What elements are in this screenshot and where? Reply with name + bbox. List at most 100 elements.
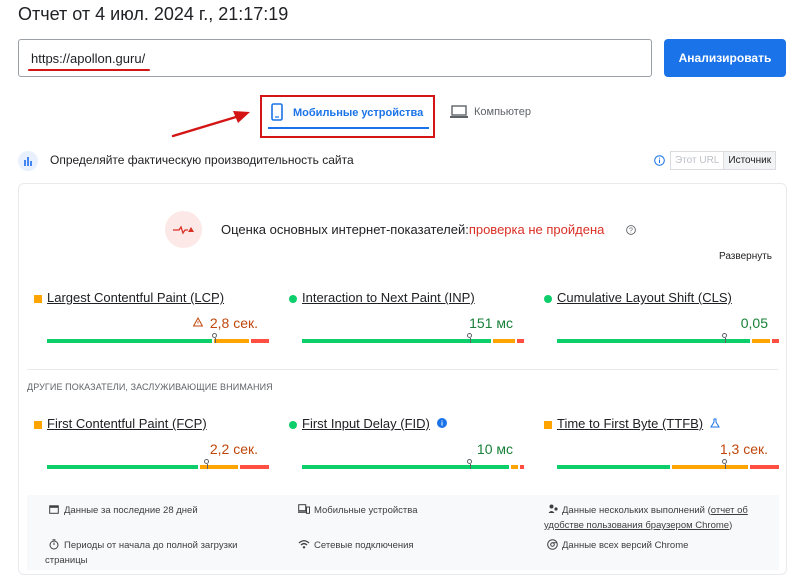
status-square: [34, 421, 42, 429]
info-period: Данные за последние 28 дней: [49, 503, 198, 518]
metric-name[interactable]: Largest Contentful Paint (LCP): [47, 290, 224, 305]
smartphone-icon: [271, 103, 283, 121]
metric-name[interactable]: Cumulative Layout Shift (CLS): [557, 290, 732, 305]
analyze-button[interactable]: Анализировать: [664, 39, 786, 77]
info-versions-text: Данные всех версий Chrome: [562, 540, 689, 551]
url-input-value[interactable]: https://apollon.guru/: [31, 51, 145, 66]
info-samples: Данные нескольких выполнений (отчет об у…: [544, 503, 766, 533]
poor-segment: [251, 339, 269, 343]
url-input[interactable]: https://apollon.guru/: [18, 39, 652, 77]
metric-value: 10 мс: [476, 441, 513, 457]
good-segment: [302, 465, 509, 469]
distribution-bar: [47, 333, 269, 343]
tab-desktop-label: Компьютер: [474, 106, 531, 118]
laptop-icon: [450, 105, 468, 118]
metric-lcp[interactable]: Largest Contentful Paint (LCP) 2,8 сек.: [34, 290, 269, 350]
info-network: Сетевые подключения: [298, 538, 414, 553]
wifi-icon: [298, 540, 310, 549]
tab-selected-indicator: [268, 127, 429, 129]
toggle-this-url[interactable]: Этот URL: [671, 152, 725, 169]
lab-flask-icon: [710, 418, 720, 428]
calendar-icon: [49, 505, 59, 514]
status-square: [544, 421, 552, 429]
poor-segment: [750, 465, 779, 469]
distribution-bar: [302, 333, 524, 343]
metric-fid[interactable]: First Input Delay (FID) 10 мс: [289, 416, 524, 476]
average-segment: [510, 465, 518, 469]
p75-marker: [722, 333, 728, 338]
chrome-icon: [547, 539, 558, 550]
p75-marker: [467, 333, 473, 338]
assessment-failed-icon: [165, 211, 202, 248]
average-segment: [752, 339, 771, 343]
info-period-text: Данные за последние 28 дней: [64, 505, 198, 516]
assessment-text: Оценка основных интернет-показателей:про…: [221, 222, 604, 237]
toggle-origin[interactable]: Источник: [724, 152, 776, 169]
metric-inp[interactable]: Interaction to Next Paint (INP) 151 мс: [289, 290, 524, 350]
metric-ttfb[interactable]: Time to First Byte (TTFB) 1,3 сек.: [544, 416, 779, 476]
distribution-bar: [47, 459, 269, 469]
annotation-arrow: [171, 111, 250, 138]
good-segment: [302, 339, 491, 343]
url-origin-toggle[interactable]: Этот URL Источник: [670, 151, 777, 170]
svg-text:?: ?: [629, 228, 633, 235]
metric-value: 0,05: [740, 315, 768, 331]
p75-marker: [212, 333, 218, 338]
assessment-result: проверка не пройдена: [468, 222, 605, 237]
expand-link[interactable]: Развернуть: [719, 251, 772, 262]
p75-marker-line: [724, 338, 726, 343]
p75-marker: [204, 459, 210, 464]
field-data-heading: Определяйте фактическую производительнос…: [50, 153, 354, 167]
metric-name[interactable]: Interaction to Next Paint (INP): [302, 290, 475, 305]
field-data-icon: [18, 151, 38, 171]
status-dot: [289, 295, 297, 303]
metric-name[interactable]: First Contentful Paint (FCP): [47, 416, 207, 431]
p75-marker-line: [469, 338, 471, 343]
tab-mobile-label: Мобильные устройства: [293, 107, 424, 119]
report-title: Отчет от 4 июл. 2024 г., 21:17:19: [18, 4, 289, 24]
p75-marker-line: [724, 464, 726, 469]
section-divider: [27, 369, 778, 370]
users-icon: [548, 504, 558, 513]
info-versions: Данные всех версий Chrome: [547, 538, 688, 553]
metric-value: 151 мс: [469, 315, 513, 331]
info-icon[interactable]: [654, 155, 665, 166]
poor-segment: [240, 465, 269, 469]
distribution-bar: [557, 333, 779, 343]
info-device-text: Мобильные устройства: [314, 505, 418, 516]
warning-triangle-icon: [193, 317, 203, 327]
info-filled-icon[interactable]: [437, 418, 447, 428]
metric-cls[interactable]: Cumulative Layout Shift (CLS) 0,05: [544, 290, 779, 350]
tab-mobile[interactable]: Мобильные устройства: [260, 95, 435, 138]
good-segment: [557, 339, 751, 343]
distribution-bar: [557, 459, 779, 469]
info-duration-text: Периоды от начала до полной загрузки стр…: [45, 540, 238, 566]
info-network-text: Сетевые подключения: [314, 540, 414, 551]
good-segment: [557, 465, 671, 469]
stopwatch-icon: [49, 539, 59, 550]
help-icon[interactable]: ?: [626, 225, 636, 235]
metric-value: 2,8 сек.: [209, 315, 258, 331]
info-samples-text: Данные нескольких выполнений (: [562, 505, 711, 516]
average-segment: [492, 339, 516, 343]
p75-marker-line: [206, 464, 208, 469]
other-metrics-title: ДРУГИЕ ПОКАЗАТЕЛИ, ЗАСЛУЖИВАЮЩИЕ ВНИМАНИ…: [27, 382, 273, 392]
average-segment: [213, 339, 250, 343]
p75-marker-line: [214, 338, 216, 343]
poor-segment: [517, 339, 524, 343]
poor-segment: [519, 465, 524, 469]
p75-marker: [722, 459, 728, 464]
info-duration: Периоды от начала до полной загрузки стр…: [45, 538, 265, 568]
good-segment: [47, 465, 199, 469]
status-dot: [544, 295, 552, 303]
poor-segment: [772, 339, 779, 343]
devices-icon: [298, 504, 310, 514]
p75-marker: [467, 459, 473, 464]
metric-value: 2,2 сек.: [209, 441, 258, 457]
metric-name[interactable]: Time to First Byte (TTFB): [557, 416, 703, 431]
status-dot: [289, 421, 297, 429]
metric-name[interactable]: First Input Delay (FID): [302, 416, 430, 431]
p75-marker-line: [469, 464, 471, 469]
metric-value: 1,3 сек.: [719, 441, 768, 457]
metric-fcp[interactable]: First Contentful Paint (FCP) 2,2 сек.: [34, 416, 269, 476]
